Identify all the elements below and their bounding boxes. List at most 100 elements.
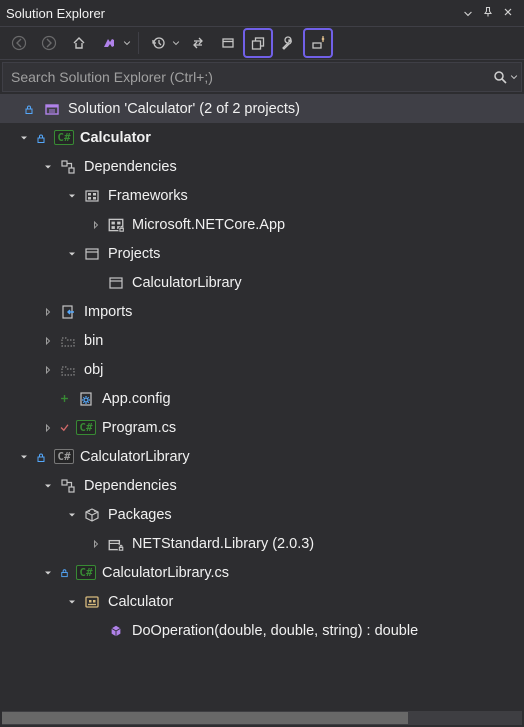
pending-changes-filter-button[interactable] — [145, 30, 171, 56]
project-node[interactable]: C# Calculator — [0, 123, 524, 152]
folder-node-obj[interactable]: obj — [0, 355, 524, 384]
solution-node[interactable]: Solution 'Calculator' (2 of 2 projects) — [0, 94, 524, 123]
class-node[interactable]: Calculator — [0, 587, 524, 616]
node-label: Program.cs — [102, 420, 176, 436]
package-icon — [82, 505, 102, 525]
node-label: Microsoft.NETCore.App — [132, 217, 285, 233]
hidden-folder-icon — [58, 331, 78, 351]
expander-icon[interactable] — [40, 362, 56, 378]
expander-icon[interactable] — [40, 333, 56, 349]
node-label: Packages — [108, 507, 172, 523]
panel-titlebar: Solution Explorer — [0, 0, 524, 26]
pin-button[interactable] — [478, 5, 498, 22]
package-lock-icon — [106, 534, 126, 554]
preview-selected-button[interactable] — [305, 30, 331, 56]
scrollbar-thumb[interactable] — [2, 712, 408, 724]
project-label: Calculator — [80, 130, 151, 146]
csharp-file-icon: C# — [76, 418, 96, 438]
sync-active-document-button[interactable] — [185, 30, 211, 56]
window-menu-button[interactable] — [458, 6, 478, 21]
config-file-icon — [76, 389, 96, 409]
expander-icon[interactable] — [64, 246, 80, 262]
forward-button[interactable] — [36, 30, 62, 56]
git-added-icon — [58, 389, 70, 409]
package-ref-node[interactable]: NETStandard.Library (2.0.3) — [0, 529, 524, 558]
expander-icon[interactable] — [16, 130, 32, 146]
file-node-programcs[interactable]: C# Program.cs — [0, 413, 524, 442]
method-icon — [106, 621, 126, 641]
git-modified-icon — [58, 418, 70, 438]
packages-node[interactable]: Packages — [0, 500, 524, 529]
node-label: Imports — [84, 304, 132, 320]
refresh-button[interactable] — [215, 30, 241, 56]
lock-icon — [58, 563, 70, 583]
projects-node[interactable]: Projects — [0, 239, 524, 268]
csharp-project-icon: C# — [54, 447, 74, 467]
csharp-file-icon: C# — [76, 563, 96, 583]
lock-icon — [34, 447, 48, 467]
switch-views-dropdown[interactable] — [122, 38, 132, 48]
solution-icon — [42, 99, 62, 119]
expander-icon[interactable] — [40, 420, 56, 436]
node-label: DoOperation(double, double, string) : do… — [132, 623, 418, 639]
close-button[interactable] — [498, 6, 518, 21]
solution-label: Solution 'Calculator' (2 of 2 projects) — [68, 101, 300, 117]
imports-icon — [58, 302, 78, 322]
frameworks-node[interactable]: Frameworks — [0, 181, 524, 210]
expander-icon[interactable] — [64, 507, 80, 523]
folder-node-bin[interactable]: bin — [0, 326, 524, 355]
toolbar-separator — [138, 32, 139, 54]
expander-icon[interactable] — [40, 304, 56, 320]
horizontal-scrollbar[interactable] — [2, 711, 522, 725]
node-label: CalculatorLibrary.cs — [102, 565, 229, 581]
expander-icon[interactable] — [64, 594, 80, 610]
properties-button[interactable] — [275, 30, 301, 56]
expander-icon[interactable] — [40, 159, 56, 175]
file-node-calclibcs[interactable]: C# CalculatorLibrary.cs — [0, 558, 524, 587]
dependencies-icon — [58, 157, 78, 177]
expander-icon[interactable] — [64, 188, 80, 204]
lock-icon — [22, 99, 36, 119]
node-label: Projects — [108, 246, 160, 262]
panel-title: Solution Explorer — [6, 6, 458, 21]
framework-icon — [82, 186, 102, 206]
tree-view[interactable]: Solution 'Calculator' (2 of 2 projects) … — [0, 94, 524, 709]
collapse-all-button[interactable] — [245, 30, 271, 56]
dependencies-node[interactable]: Dependencies — [0, 471, 524, 500]
file-node-appconfig[interactable]: App.config — [0, 384, 524, 413]
csharp-project-icon: C# — [54, 128, 74, 148]
hidden-folder-icon — [58, 360, 78, 380]
expander-icon[interactable] — [88, 536, 104, 552]
project-node[interactable]: C# CalculatorLibrary — [0, 442, 524, 471]
home-button[interactable] — [66, 30, 92, 56]
assembly-icon — [106, 215, 126, 235]
project-ref-node[interactable]: CalculatorLibrary — [0, 268, 524, 297]
lock-icon — [34, 128, 48, 148]
expander-icon[interactable] — [40, 565, 56, 581]
node-label: Dependencies — [84, 478, 177, 494]
switch-views-button[interactable] — [96, 30, 122, 56]
dependencies-node[interactable]: Dependencies — [0, 152, 524, 181]
back-button[interactable] — [6, 30, 32, 56]
search-input[interactable] — [3, 69, 489, 85]
node-label: CalculatorLibrary — [132, 275, 242, 291]
method-node[interactable]: DoOperation(double, double, string) : do… — [0, 616, 524, 645]
expander-icon[interactable] — [88, 217, 104, 233]
node-label: bin — [84, 333, 103, 349]
folder-icon — [82, 244, 102, 264]
node-label: NETStandard.Library (2.0.3) — [132, 536, 314, 552]
expander-icon[interactable] — [40, 478, 56, 494]
node-label: App.config — [102, 391, 171, 407]
pending-changes-dropdown[interactable] — [171, 38, 181, 48]
imports-node[interactable]: Imports — [0, 297, 524, 326]
node-label: Calculator — [108, 594, 173, 610]
framework-ref-node[interactable]: Microsoft.NETCore.App — [0, 210, 524, 239]
project-label: CalculatorLibrary — [80, 449, 190, 465]
node-label: Frameworks — [108, 188, 188, 204]
search-button[interactable] — [489, 63, 521, 91]
node-label: Dependencies — [84, 159, 177, 175]
search-bar — [2, 62, 522, 92]
project-ref-icon — [106, 273, 126, 293]
toolbar — [0, 26, 524, 60]
expander-icon[interactable] — [16, 449, 32, 465]
